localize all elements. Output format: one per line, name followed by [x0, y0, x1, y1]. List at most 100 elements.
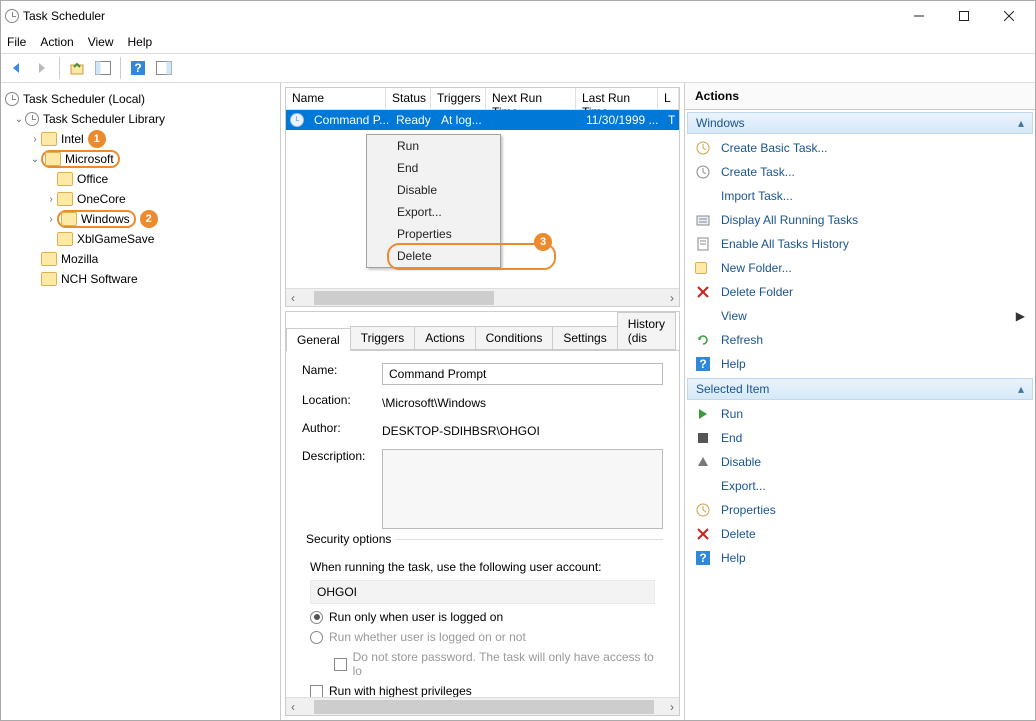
action-create-basic[interactable]: Create Basic Task...: [685, 136, 1035, 160]
expander-icon[interactable]: ›: [45, 214, 57, 225]
cm-end[interactable]: End: [367, 157, 500, 179]
tab-settings[interactable]: Settings: [552, 326, 617, 350]
tree-intel[interactable]: › Intel 1: [5, 129, 276, 149]
action-help1[interactable]: ?Help: [685, 352, 1035, 376]
scroll-left-icon[interactable]: ‹: [286, 700, 300, 714]
show-action-pane-button[interactable]: [153, 57, 175, 79]
col-nextrun[interactable]: Next Run Time: [486, 88, 576, 109]
tree-library[interactable]: ⌄ Task Scheduler Library: [5, 109, 276, 129]
col-lastrun[interactable]: Last Run Time: [576, 88, 658, 109]
input-name[interactable]: Command Prompt: [382, 363, 663, 385]
tree-windows-label: Windows: [81, 212, 130, 226]
action-new-folder[interactable]: New Folder...: [685, 256, 1035, 280]
action-delete-folder[interactable]: Delete Folder: [685, 280, 1035, 304]
expander-icon[interactable]: ⌄: [29, 154, 41, 165]
highlight-oval: [387, 243, 556, 270]
radio-icon: [310, 631, 323, 644]
chk-highest[interactable]: Run with highest privileges: [310, 684, 655, 697]
forward-button[interactable]: [31, 57, 53, 79]
action-import[interactable]: Import Task...: [685, 184, 1035, 208]
collapse-icon[interactable]: ▴: [1018, 116, 1024, 130]
tree-microsoft[interactable]: ⌄ Microsoft: [5, 149, 276, 169]
menu-action[interactable]: Action: [40, 35, 73, 49]
tab-bar: General Triggers Actions Conditions Sett…: [286, 312, 679, 351]
col-status[interactable]: Status: [386, 88, 431, 109]
expander-icon[interactable]: ›: [29, 134, 41, 145]
actions-pane: Actions Windows ▴ Create Basic Task... C…: [685, 83, 1035, 720]
close-button[interactable]: [986, 2, 1031, 30]
context-menu: Run End Disable Export... Properties Del…: [366, 134, 501, 268]
menu-file[interactable]: File: [7, 35, 26, 49]
cm-disable[interactable]: Disable: [367, 179, 500, 201]
tree-xblgamesave[interactable]: XblGameSave: [5, 229, 276, 249]
task-row[interactable]: Command P... Ready At log... 11/30/1999 …: [286, 110, 679, 130]
action-export[interactable]: Export...: [685, 474, 1035, 498]
task-list[interactable]: Name Status Triggers Next Run Time Last …: [285, 87, 680, 307]
action-enable-history[interactable]: Enable All Tasks History: [685, 232, 1035, 256]
maximize-button[interactable]: [941, 2, 986, 30]
cm-export[interactable]: Export...: [367, 201, 500, 223]
tab-actions[interactable]: Actions: [414, 326, 475, 350]
section-windows[interactable]: Windows ▴: [687, 112, 1033, 134]
action-label: Disable: [721, 455, 761, 469]
tree-pane[interactable]: Task Scheduler (Local) ⌄ Task Scheduler …: [1, 83, 281, 720]
tab-conditions[interactable]: Conditions: [475, 326, 554, 350]
col-triggers[interactable]: Triggers: [431, 88, 486, 109]
horizontal-scrollbar[interactable]: ‹ ›: [286, 288, 679, 306]
action-create-task[interactable]: Create Task...: [685, 160, 1035, 184]
folder-icon: [57, 172, 73, 186]
tab-general[interactable]: General: [286, 328, 351, 351]
show-hide-tree-button[interactable]: [92, 57, 114, 79]
export-icon: [695, 478, 711, 494]
col-l[interactable]: L: [658, 88, 679, 109]
radio-not-logged[interactable]: Run whether user is logged on or not: [310, 630, 655, 644]
col-name[interactable]: Name: [286, 88, 386, 109]
expander-icon[interactable]: ⌄: [13, 114, 25, 125]
details-scrollbar[interactable]: ‹ ›: [286, 697, 679, 715]
section-selected[interactable]: Selected Item ▴: [687, 378, 1033, 400]
cm-delete[interactable]: Delete 3: [367, 245, 500, 267]
menu-help[interactable]: Help: [128, 35, 153, 49]
tab-history[interactable]: History (dis: [617, 312, 676, 350]
action-properties[interactable]: Properties: [685, 498, 1035, 522]
scroll-thumb[interactable]: [314, 700, 654, 714]
scroll-thumb[interactable]: [314, 291, 494, 305]
list-header[interactable]: Name Status Triggers Next Run Time Last …: [286, 88, 679, 110]
action-end[interactable]: End: [685, 426, 1035, 450]
minimize-button[interactable]: [896, 2, 941, 30]
help-button[interactable]: ?: [127, 57, 149, 79]
action-display-running[interactable]: Display All Running Tasks: [685, 208, 1035, 232]
cell-name: Command P...: [308, 111, 390, 129]
back-button[interactable]: [5, 57, 27, 79]
scroll-right-icon[interactable]: ›: [665, 291, 679, 305]
tree-root[interactable]: Task Scheduler (Local): [5, 89, 276, 109]
menu-view[interactable]: View: [88, 35, 114, 49]
chk-highest-label: Run with highest privileges: [329, 684, 472, 697]
tree-office[interactable]: Office: [5, 169, 276, 189]
up-button[interactable]: [66, 57, 88, 79]
action-help2[interactable]: ?Help: [685, 546, 1035, 570]
radio-logged-on[interactable]: Run only when user is logged on: [310, 610, 655, 624]
tree-windows[interactable]: › Windows 2: [5, 209, 276, 229]
scroll-right-icon[interactable]: ›: [665, 700, 679, 714]
help-icon: ?: [695, 356, 711, 372]
value-author: DESKTOP-SDIHBSR\OHGOI: [382, 421, 663, 441]
input-description[interactable]: [382, 449, 663, 529]
action-view[interactable]: View▶: [685, 304, 1035, 328]
tree-mozilla[interactable]: Mozilla: [5, 249, 276, 269]
chk-no-store[interactable]: Do not store password. The task will onl…: [334, 650, 655, 678]
collapse-icon[interactable]: ▴: [1018, 382, 1024, 396]
tree-nch[interactable]: NCH Software: [5, 269, 276, 289]
section-selected-label: Selected Item: [696, 382, 769, 396]
action-refresh[interactable]: Refresh: [685, 328, 1035, 352]
scroll-left-icon[interactable]: ‹: [286, 291, 300, 305]
label-author: Author:: [302, 421, 382, 435]
tab-triggers[interactable]: Triggers: [350, 326, 416, 350]
cm-run[interactable]: Run: [367, 135, 500, 157]
action-delete[interactable]: Delete: [685, 522, 1035, 546]
expander-icon[interactable]: ›: [45, 194, 57, 205]
action-run[interactable]: Run: [685, 402, 1035, 426]
tree-onecore[interactable]: › OneCore: [5, 189, 276, 209]
action-disable[interactable]: Disable: [685, 450, 1035, 474]
cm-properties[interactable]: Properties: [367, 223, 500, 245]
